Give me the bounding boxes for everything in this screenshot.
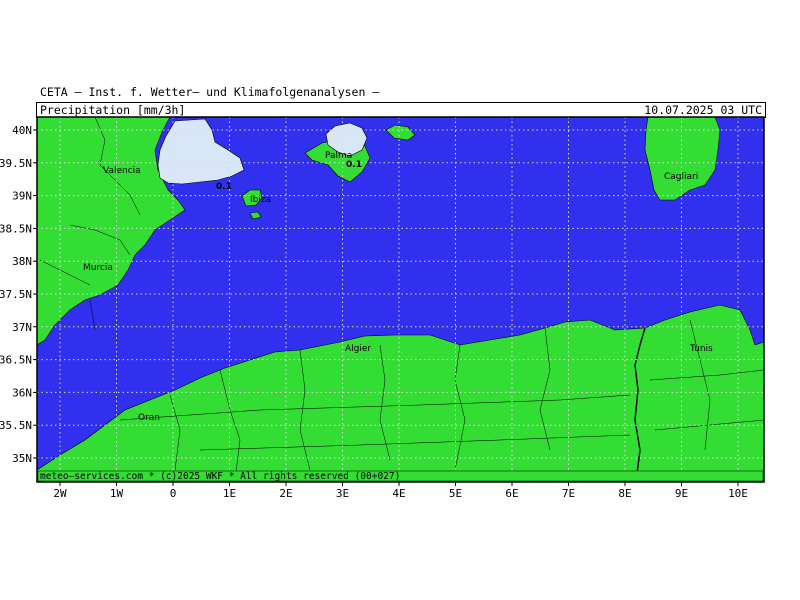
lat-tick-label: 37N [12, 321, 32, 334]
precipitation-map: meteo—services.com * (c)2025 WKF * All r… [0, 116, 765, 500]
lon-tick-label: 2W [53, 487, 67, 500]
credit-text: meteo—services.com * (c)2025 WKF * All r… [40, 471, 400, 482]
place-label-tunis: Tunis [689, 344, 713, 354]
precip-label-mallorca: 0.1 [346, 160, 362, 170]
lat-tick-label: 39.5N [0, 157, 32, 170]
lat-tick-label: 39N [12, 190, 32, 203]
lat-tick-label: 35.5N [0, 419, 32, 432]
lat-tick-label: 36N [12, 386, 32, 399]
lat-tick-label: 35N [12, 452, 32, 465]
lon-tick-label: 2E [279, 487, 292, 500]
lat-tick-label: 40N [12, 124, 32, 137]
lat-tick-label: 38N [12, 255, 32, 268]
place-label-murcia: Murcia [83, 263, 113, 273]
place-label-cagliari: Cagliari [664, 172, 698, 182]
latitude-ticks: 40N 39.5N 39N 38.5N 38N 37.5N 37N 36.5N 36N 35.5N… [0, 124, 37, 465]
lat-tick-label: 36.5N [0, 354, 32, 367]
lon-tick-label: 1W [110, 487, 124, 500]
lon-tick-label: 9E [675, 487, 688, 500]
lon-tick-label: 10E [728, 487, 748, 500]
lon-tick-label: 8E [618, 487, 631, 500]
place-label-oran: Oran [138, 413, 160, 423]
lon-tick-label: 1E [223, 487, 236, 500]
precip-label-valencia: 0.1 [216, 182, 232, 192]
lon-tick-label: 5E [449, 487, 462, 500]
longitude-ticks: 2W 1W 0 1E 2E 3E 4E 5E 6E 7E 8E 9E 10E [53, 482, 748, 500]
lon-tick-label: 7E [562, 487, 575, 500]
place-label-algier: Algier [345, 344, 371, 354]
lon-tick-label: 3E [336, 487, 349, 500]
lon-tick-label: 6E [505, 487, 518, 500]
lat-tick-label: 38.5N [0, 222, 32, 235]
lon-tick-label: 0 [170, 487, 177, 500]
lat-tick-label: 37.5N [0, 288, 32, 301]
place-label-valencia: Valencia [103, 166, 141, 176]
lon-tick-label: 4E [392, 487, 405, 500]
place-label-ibiza: Ibiza [250, 195, 271, 205]
